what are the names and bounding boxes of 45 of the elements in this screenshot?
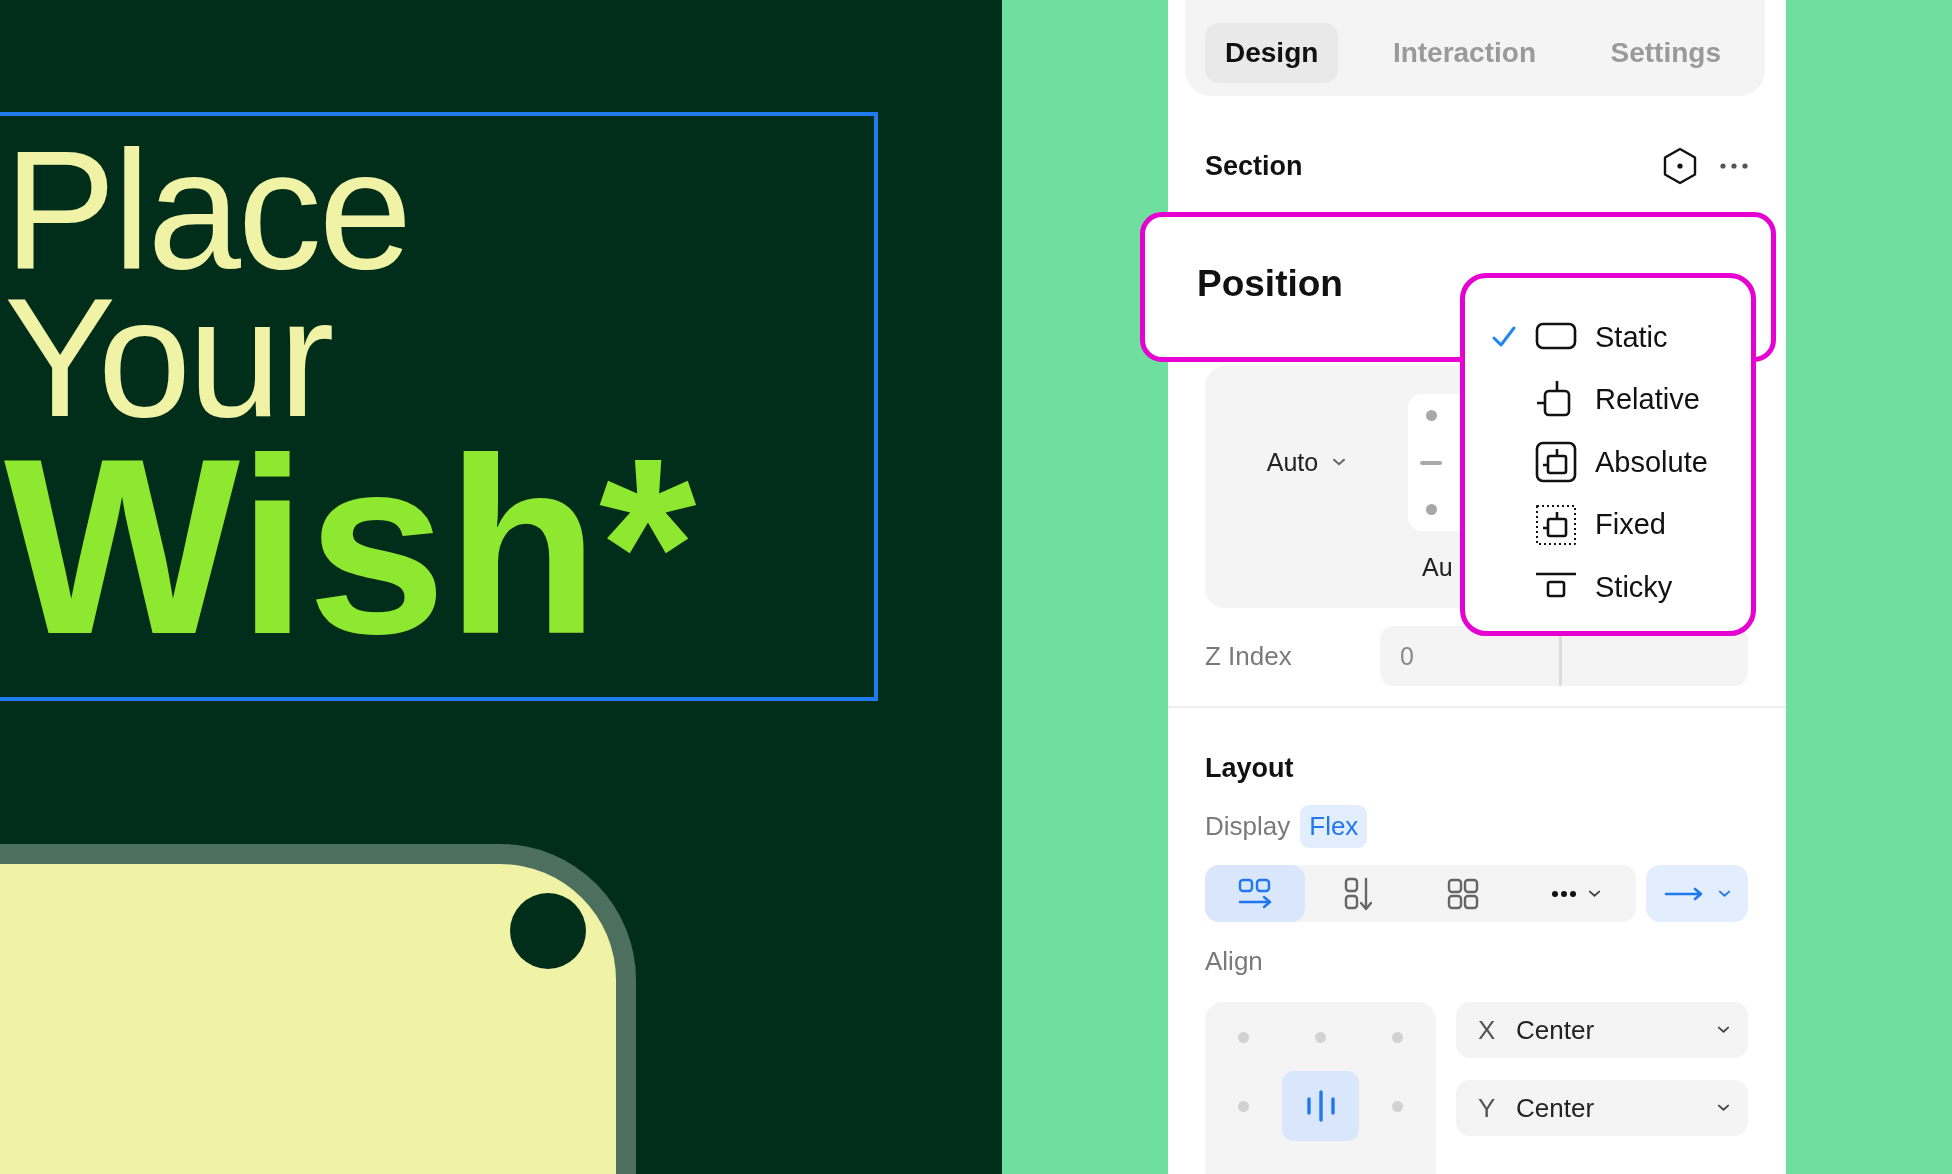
align-select[interactable]: Y Center: [1456, 1080, 1748, 1136]
dot-icon: [1426, 504, 1437, 515]
align-label: Align: [1205, 945, 1263, 977]
menu-item[interactable]: Fixed: [1491, 493, 1751, 556]
align-dot[interactable]: [1315, 1031, 1326, 1043]
more-icon[interactable]: [1720, 163, 1748, 169]
hexagon-icon[interactable]: [1662, 147, 1698, 185]
layout-title: Layout: [1205, 752, 1294, 784]
menu-item[interactable]: Static: [1491, 306, 1751, 369]
position-label: Position: [1197, 263, 1343, 305]
tab[interactable]: Design: [1205, 23, 1339, 83]
chevron-down-icon: [1717, 1026, 1730, 1034]
grid-icon: [1447, 877, 1479, 910]
arrow-right-icon: [1663, 886, 1704, 901]
direction-select[interactable]: [1646, 865, 1748, 922]
chevron-down-icon: [1588, 889, 1601, 898]
column-arrow-icon: [1344, 876, 1374, 911]
auto-select[interactable]: Auto: [1266, 447, 1347, 477]
align-dot[interactable]: [1238, 1031, 1249, 1043]
menu-item[interactable]: Sticky: [1491, 556, 1751, 619]
align-dot[interactable]: [1392, 1100, 1403, 1112]
z-index-label: Z Index: [1205, 640, 1292, 672]
heading-line: Your: [3, 284, 332, 432]
section-title: Section: [1205, 150, 1303, 182]
dot-icon: [1426, 410, 1437, 421]
align-cell[interactable]: [1282, 1071, 1359, 1141]
display-value[interactable]: Flex: [1300, 804, 1368, 848]
dash-icon: [1420, 460, 1442, 465]
chevron-down-icon: [1717, 889, 1731, 898]
dotted-box-icon: [1535, 503, 1577, 546]
display-label: Display: [1205, 810, 1291, 842]
offset-label: Au: [1422, 553, 1454, 582]
chevron-down-icon: [1332, 457, 1347, 467]
nested-box-icon: [1535, 441, 1577, 484]
heading-line: Place: [3, 136, 411, 284]
row-arrow-icon: [1238, 877, 1272, 910]
heading-line: Wish*: [3, 432, 698, 662]
menu-item[interactable]: Absolute: [1491, 431, 1751, 494]
direction-button[interactable]: [1205, 865, 1305, 922]
more-icon: [1552, 890, 1576, 897]
align-select[interactable]: X Center: [1456, 1002, 1748, 1058]
chevron-down-icon: [1717, 1104, 1730, 1112]
align-dot[interactable]: [1238, 1100, 1249, 1112]
menu-item[interactable]: Relative: [1491, 368, 1751, 431]
align-dot[interactable]: [1392, 1031, 1403, 1043]
